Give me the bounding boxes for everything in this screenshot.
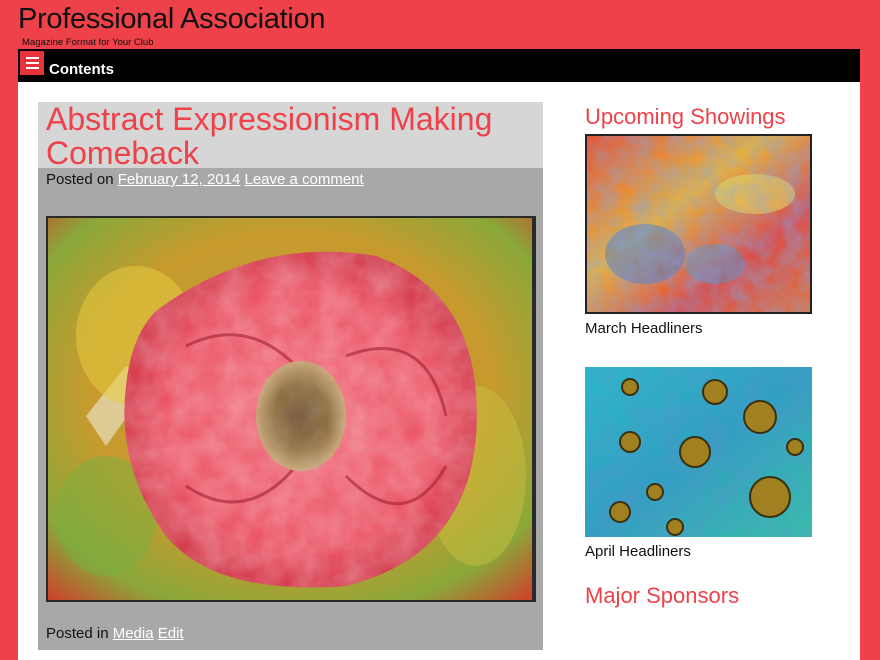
posted-in-label: Posted in [46, 625, 109, 642]
posted-on-label: Posted on [46, 171, 114, 188]
post-article: Abstract Expressionism Making Comeback P… [38, 102, 543, 650]
post-featured-image[interactable] [46, 216, 536, 602]
post-meta: Posted on February 12, 2014 Leave a comm… [46, 171, 364, 188]
sidebar: Upcoming Showings March Headliners April… [585, 102, 813, 611]
nav-contents-label[interactable]: Contents [49, 61, 114, 78]
showing-caption-march: March Headliners [585, 320, 703, 337]
menu-icon[interactable] [20, 50, 44, 75]
post-footer: Posted in Media Edit [46, 625, 184, 642]
upcoming-showings-title: Upcoming Showings [585, 104, 786, 129]
showing-caption-april: April Headliners [585, 543, 691, 560]
main-content: Abstract Expressionism Making Comeback P… [18, 82, 860, 660]
site-description: Magazine Format for Your Club [22, 37, 154, 48]
category-link[interactable]: Media [113, 625, 154, 642]
post-header: Abstract Expressionism Making Comeback [38, 102, 543, 170]
site-title[interactable]: Professional Association [18, 3, 325, 36]
main-navigation: Contents [18, 49, 860, 82]
april-headliners-image[interactable] [585, 367, 812, 537]
post-date-link[interactable]: February 12, 2014 [118, 171, 241, 188]
major-sponsors-title: Major Sponsors [585, 583, 740, 608]
leave-comment-link[interactable]: Leave a comment [244, 171, 363, 188]
march-headliners-image[interactable] [585, 134, 812, 314]
edit-link[interactable]: Edit [158, 625, 184, 642]
post-title[interactable]: Abstract Expressionism Making Comeback [46, 102, 535, 170]
